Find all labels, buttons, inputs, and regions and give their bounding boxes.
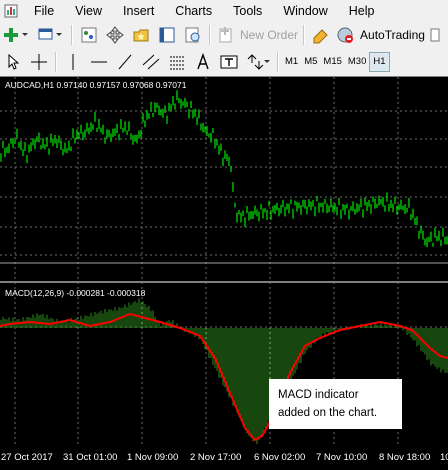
metaeditor-button[interactable]	[310, 24, 332, 46]
timeframe-m1[interactable]: M1	[282, 53, 301, 71]
menu-bar: File View Insert Charts Tools Window Hel…	[0, 0, 448, 22]
favorites-button[interactable]	[130, 24, 152, 46]
callout-line-1: MACD indicator	[278, 389, 359, 401]
standard-toolbar: New Order AutoTrading	[0, 22, 448, 48]
tester-button[interactable]	[182, 24, 204, 46]
menu-help[interactable]: Help	[339, 0, 386, 22]
cursor-button[interactable]	[2, 51, 24, 73]
text-button[interactable]	[192, 51, 214, 73]
trendline-icon	[118, 54, 132, 70]
toolbar-separator	[303, 25, 306, 45]
time-label: 27 Oct 2017	[1, 452, 53, 463]
toolbar-overflow-button[interactable]	[429, 24, 441, 46]
windows-icon	[38, 28, 62, 40]
menu-window[interactable]: Window	[273, 0, 338, 22]
autotrading-button[interactable]: AutoTrading	[358, 28, 427, 42]
toolbar-separator	[71, 25, 73, 45]
crosshair-icon	[31, 54, 47, 70]
vertical-line-icon	[72, 54, 74, 70]
arrows-button[interactable]	[244, 51, 272, 73]
time-label: 31 Oct 01:00	[63, 452, 118, 463]
text-label-icon	[220, 55, 238, 69]
crosshair-move-icon	[106, 26, 124, 44]
menu-file[interactable]: File	[24, 0, 65, 22]
autotrading-stop-icon	[337, 27, 354, 43]
profiles-button[interactable]	[36, 24, 66, 46]
plus-icon	[4, 28, 28, 42]
navigator-button[interactable]	[104, 24, 126, 46]
new-order-icon-button[interactable]	[216, 24, 236, 46]
new-order-icon	[219, 27, 232, 43]
magnifier-icon	[185, 27, 200, 43]
timeframe-m15[interactable]: M15	[320, 53, 344, 71]
macd-annotation-callout: MACD indicator added on the chart.	[269, 379, 402, 429]
market-watch-button[interactable]	[78, 24, 100, 46]
crosshair-button[interactable]	[28, 51, 50, 73]
new-order-button[interactable]: New Order	[238, 28, 300, 42]
channel-icon	[142, 54, 160, 70]
text-icon	[197, 53, 209, 70]
horizontal-line-icon	[91, 61, 107, 63]
menu-tools[interactable]: Tools	[223, 0, 273, 22]
fibonacci-icon	[170, 56, 184, 70]
callout-line-2: added on the chart.	[278, 407, 378, 419]
menu-view[interactable]: View	[65, 0, 113, 22]
overflow-icon	[430, 28, 440, 42]
editor-icon	[313, 29, 328, 44]
horizontal-line-button[interactable]	[88, 51, 110, 73]
drawing-toolbar: M1 M5 M15 M30 H1	[0, 50, 448, 74]
time-label: 6 Nov 02:00	[254, 452, 306, 463]
time-label: 8 Nov 18:00	[379, 452, 431, 463]
terminal-button[interactable]	[156, 24, 178, 46]
autotrading-icon-button[interactable]	[336, 24, 356, 46]
timeframe-m5[interactable]: M5	[301, 53, 320, 71]
toolbar-separator	[209, 25, 211, 45]
time-label: 10	[440, 452, 448, 463]
toolbar-separator	[277, 52, 279, 72]
time-label: 7 Nov 10:00	[316, 452, 368, 463]
vertical-line-button[interactable]	[62, 51, 84, 73]
star-folder-icon	[133, 29, 149, 42]
app-logo-icon	[4, 4, 18, 18]
cursor-icon	[8, 53, 20, 70]
fibonacci-button[interactable]	[166, 51, 188, 73]
terminal-icon	[159, 27, 175, 43]
timeframe-h1[interactable]: H1	[369, 52, 390, 72]
arrows-icon	[247, 54, 270, 70]
price-chart-title: AUDCAD,H1 0.97140 0.97157 0.97068 0.9707…	[5, 80, 187, 90]
timeframe-m30[interactable]: M30	[345, 53, 369, 71]
text-label-button[interactable]	[218, 51, 240, 73]
equidistant-channel-button[interactable]	[140, 51, 162, 73]
trendline-button[interactable]	[114, 51, 136, 73]
menu-insert[interactable]: Insert	[113, 0, 165, 22]
market-watch-icon	[81, 27, 97, 43]
menu-charts[interactable]: Charts	[165, 0, 223, 22]
macd-title: MACD(12,26,9) -0.000281 -0.000318	[5, 288, 146, 298]
toolbar-separator	[55, 52, 57, 72]
time-label: 1 Nov 09:00	[127, 452, 179, 463]
time-label: 2 Nov 17:00	[190, 452, 242, 463]
time-axis: 27 Oct 2017 31 Oct 01:00 1 Nov 09:00 2 N…	[0, 446, 448, 469]
new-chart-button[interactable]	[2, 24, 32, 46]
